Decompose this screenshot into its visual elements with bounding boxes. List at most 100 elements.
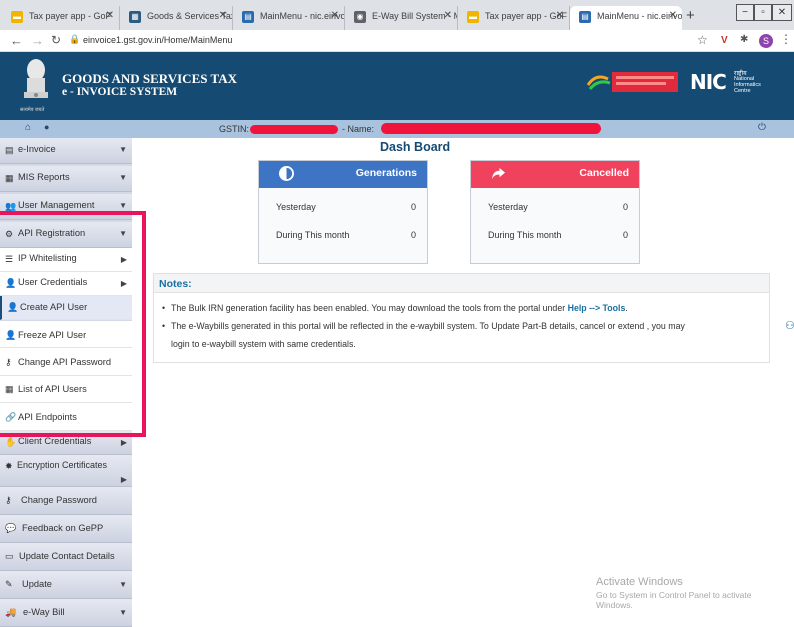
browser-menu-icon[interactable]: ⋮ xyxy=(780,32,792,46)
nic-logo: NIC राष्ट्रीय National Informatics Centr… xyxy=(690,70,761,94)
report-icon: ▦ xyxy=(5,173,14,183)
link-icon: 🔗 xyxy=(5,412,17,422)
cancelled-card-header: Cancelled xyxy=(471,161,639,188)
chevron-down-icon: ▼ xyxy=(119,173,127,182)
sidebar-item-api-endpoints[interactable]: 🔗 API Endpoints xyxy=(0,403,132,431)
site-subtitle: e - INVOICE SYSTEM xyxy=(62,86,178,98)
url-field[interactable]: 🔒 einvoice1.gst.gov.in/Home/MainMenu xyxy=(66,32,686,50)
chevron-right-icon: ▶ xyxy=(120,475,127,484)
chevron-down-icon: ▼ xyxy=(119,201,127,210)
sidebar-item-e-way-bill[interactable]: 🚚 e-Way Bill ▼ xyxy=(0,599,132,627)
sidebar-item-change-password[interactable]: ⚷ Change Password xyxy=(0,487,132,515)
sidebar-item-api-registration[interactable]: ⚙ API Registration ▼ xyxy=(0,222,132,248)
sidebar-item-user-management[interactable]: 👥 User Management ▼ xyxy=(0,194,132,220)
page-title: Dash Board xyxy=(380,140,451,154)
certificate-icon: ✸ xyxy=(5,461,13,471)
sidebar-item-ip-whitelisting[interactable]: ☰ IP Whitelisting ▶ xyxy=(0,248,132,272)
close-tab-icon[interactable]: ✕ xyxy=(444,10,452,21)
browser-tab-active[interactable]: ▤ MainMenu - nic.einvo ✕ xyxy=(570,6,682,30)
sidebar-item-list-of-api-users[interactable]: ▦ List of API Users xyxy=(0,376,132,403)
accessibility-icon[interactable]: ⚇ xyxy=(785,319,794,332)
table-icon: ▦ xyxy=(5,384,14,394)
chevron-right-icon: ▶ xyxy=(120,255,127,264)
digital-india-logo xyxy=(586,72,678,92)
key-icon: ⚷ xyxy=(5,495,12,505)
close-tab-icon[interactable]: ✕ xyxy=(331,10,339,21)
key-icon: ⚷ xyxy=(5,357,12,367)
browser-tab-strip: ▬ Tax payer app - GoF ✕ ▦ Goods & Servic… xyxy=(0,0,794,30)
sidebar-item-update-contact-details[interactable]: ▭ Update Contact Details xyxy=(0,543,132,571)
new-tab-button[interactable]: + xyxy=(686,7,695,24)
redacted-name xyxy=(381,123,601,134)
sidebar-item-client-credentials[interactable]: ✋ Client Credentials ▶ xyxy=(0,431,132,455)
emblem-caption: सत्यमेव जयते xyxy=(20,107,45,113)
close-tab-icon[interactable]: ✕ xyxy=(556,10,564,21)
sidebar-item-e-invoice[interactable]: ▤ e-Invoice ▼ xyxy=(0,138,132,164)
gstin-bar: ⌂ ● GSTIN: - Name: ⏻ xyxy=(0,120,794,138)
chevron-down-icon: ▼ xyxy=(119,229,127,238)
maximize-button[interactable]: ▫ xyxy=(754,4,772,21)
sidebar-item-encryption-certificates[interactable]: ✸ Encryption Certificates ▶ xyxy=(0,455,132,487)
user-plus-icon: 👤 xyxy=(7,302,19,312)
extension-v-icon[interactable]: V xyxy=(721,35,728,46)
bookmark-star-icon[interactable]: ☆ xyxy=(697,33,708,47)
note-item: The e-Waybills generated in this portal … xyxy=(162,317,763,353)
generations-yesterday-value: 0 xyxy=(410,202,416,212)
page-icon: ▤ xyxy=(579,11,591,23)
sidebar-item-freeze-api-user[interactable]: 👤 Freeze API User xyxy=(0,321,132,348)
page-icon: ▤ xyxy=(242,11,254,23)
browser-tab[interactable]: ▬ Tax payer app - GoF ✕ xyxy=(458,6,570,30)
address-bar: ← → ↻ 🔒 einvoice1.gst.gov.in/Home/MainMe… xyxy=(0,30,794,52)
site-title: GOODS AND SERVICES TAX xyxy=(62,71,237,86)
profile-avatar[interactable]: S xyxy=(759,34,773,48)
id-card-icon: ▭ xyxy=(5,551,14,561)
browser-tab[interactable]: ◉ E-Way Bill System - M ✕ xyxy=(345,6,458,30)
generations-yesterday-row: Yesterday 0 xyxy=(276,202,416,212)
back-icon[interactable]: ← xyxy=(10,33,23,48)
cancelled-card: Cancelled Yesterday 0 During This month 0 xyxy=(470,160,640,264)
close-tab-icon[interactable]: ✕ xyxy=(669,10,677,21)
chevron-right-icon: ▶ xyxy=(120,279,127,288)
name-label: - Name: xyxy=(342,124,375,134)
browser-tab[interactable]: ▤ MainMenu - nic.einvo ✕ xyxy=(233,6,345,30)
sidebar-item-feedback[interactable]: 💬 Feedback on GePP xyxy=(0,515,132,543)
forward-icon[interactable]: → xyxy=(31,33,44,48)
minimize-button[interactable]: − xyxy=(736,4,754,21)
sidebar-item-update[interactable]: ✎ Update ▼ xyxy=(0,571,132,599)
chevron-right-icon: ▶ xyxy=(120,438,127,447)
user-lock-icon: 👤 xyxy=(5,330,17,340)
close-window-button[interactable]: ✕ xyxy=(772,4,792,21)
notes-title: Notes: xyxy=(154,274,769,293)
users-icon: 👥 xyxy=(5,201,17,211)
sidebar-item-create-api-user[interactable]: 👤 Create API User xyxy=(0,296,132,320)
help-tools-link[interactable]: Help --> Tools xyxy=(568,303,626,313)
emblem-icon xyxy=(24,59,48,98)
gst-favicon: ▦ xyxy=(129,11,141,23)
sidebar-item-user-credentials[interactable]: 👤 User Credentials ▶ xyxy=(0,272,132,296)
note-item: The Bulk IRN generation facility has bee… xyxy=(162,299,763,317)
generations-card-header: Generations xyxy=(259,161,427,188)
folder-icon: ▬ xyxy=(467,11,479,23)
sidebar-item-mis-reports[interactable]: ▦ MIS Reports ▼ xyxy=(0,166,132,192)
nic-logo-mark: NIC xyxy=(690,70,727,94)
chevron-down-icon: ▼ xyxy=(119,145,127,154)
close-tab-icon[interactable]: ✕ xyxy=(106,10,114,21)
browser-tab[interactable]: ▬ Tax payer app - GoF ✕ xyxy=(2,6,120,30)
site-header: सत्यमेव जयते GOODS AND SERVICES TAX e - … xyxy=(0,52,794,120)
gear-icon: ⚙ xyxy=(5,229,14,239)
generations-month-row: During This month 0 xyxy=(276,230,416,240)
cancelled-yesterday-value: 0 xyxy=(622,202,628,212)
cancelled-month-value: 0 xyxy=(622,230,628,240)
user-icon[interactable]: ● xyxy=(44,122,49,132)
browser-tab[interactable]: ▦ Goods & Services Tax ✕ xyxy=(120,6,233,30)
handshake-icon: ✋ xyxy=(5,437,17,447)
home-icon[interactable]: ⌂ xyxy=(25,122,31,133)
sidebar-item-change-api-password[interactable]: ⚷ Change API Password xyxy=(0,348,132,376)
share-arrow-icon xyxy=(491,167,506,180)
power-icon[interactable]: ⏻ xyxy=(758,122,766,133)
edit-icon: ✎ xyxy=(5,579,13,589)
cancelled-yesterday-row: Yesterday 0 xyxy=(488,202,628,212)
close-tab-icon[interactable]: ✕ xyxy=(219,10,227,21)
extensions-puzzle-icon[interactable]: ✱ xyxy=(740,34,748,45)
reload-icon[interactable]: ↻ xyxy=(51,33,61,47)
